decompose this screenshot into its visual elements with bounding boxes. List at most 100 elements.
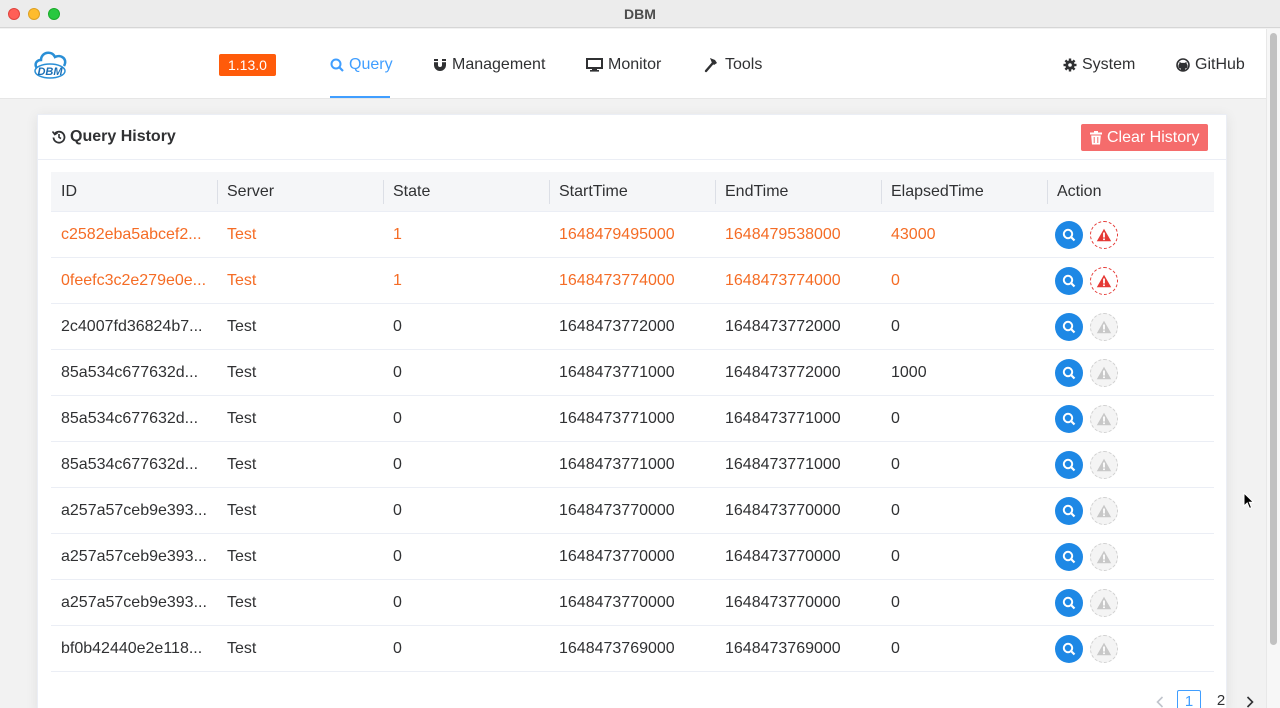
view-query-button[interactable] [1055, 313, 1083, 341]
table-row[interactable]: 85a534c677632d... Test 0 1648473771000 16484… [51, 396, 1214, 442]
cell-endtime: 1648479538000 [725, 226, 841, 243]
cell-state: 0 [393, 502, 402, 519]
view-error-button[interactable] [1090, 451, 1118, 479]
column-header-elapsedtime[interactable]: ElapsedTime [881, 172, 1047, 212]
cell-state: 0 [393, 410, 402, 427]
view-error-button[interactable] [1090, 589, 1118, 617]
view-error-button[interactable] [1090, 221, 1118, 249]
column-header-state[interactable]: State [383, 172, 549, 212]
version-badge: 1.13.0 [219, 54, 276, 76]
search-icon [1062, 274, 1076, 288]
hammer-icon [704, 58, 717, 73]
table-row[interactable]: a257a57ceb9e393... Test 0 1648473770000 1648… [51, 580, 1214, 626]
column-header-id[interactable]: ID [51, 172, 217, 212]
view-error-button[interactable] [1090, 313, 1118, 341]
cell-elapsedtime: 0 [891, 594, 900, 611]
table-row[interactable]: a257a57ceb9e393... Test 0 1648473770000 1648… [51, 488, 1214, 534]
cell-starttime: 1648479495000 [559, 226, 675, 243]
column-header-server[interactable]: Server [217, 172, 383, 212]
nav-monitor[interactable]: Monitor [586, 54, 661, 76]
table-row[interactable]: 85a534c677632d... Test 0 1648473771000 16484… [51, 350, 1214, 396]
cell-server: Test [227, 640, 257, 657]
scrollbar-thumb[interactable] [1270, 33, 1277, 645]
prev-page-button[interactable] [1151, 691, 1169, 708]
view-error-button[interactable] [1090, 359, 1118, 387]
app-header: DBM 1.13.0 Query Management Monitor Tool… [0, 29, 1266, 99]
cell-action [1047, 626, 1214, 672]
view-query-button[interactable] [1055, 497, 1083, 525]
nav-tools[interactable]: Tools [704, 54, 762, 76]
nav-active-indicator [330, 96, 390, 98]
search-icon [1062, 412, 1076, 426]
view-query-button[interactable] [1055, 451, 1083, 479]
table-row[interactable]: a257a57ceb9e393... Test 0 1648473770000 1648… [51, 534, 1214, 580]
table-row[interactable]: c2582eba5abcef2... Test 1 1648479495000 1648… [51, 212, 1214, 258]
nav-query-label: Query [349, 56, 393, 73]
view-query-button[interactable] [1055, 405, 1083, 433]
cell-id: 2c4007fd36824b7... [61, 318, 203, 335]
nav-tools-label: Tools [725, 56, 763, 73]
view-query-button[interactable] [1055, 267, 1083, 295]
cell-state: 0 [393, 318, 402, 335]
chevron-right-icon [1246, 696, 1254, 708]
dbm-logo-icon[interactable]: DBM [32, 47, 70, 81]
vertical-scrollbar[interactable] [1266, 29, 1280, 708]
nav-management[interactable]: Management [433, 54, 545, 76]
view-error-button[interactable] [1090, 267, 1118, 295]
row-actions [1047, 212, 1214, 258]
page-1-button[interactable]: 1 [1177, 690, 1201, 708]
nav-query[interactable]: Query [330, 54, 393, 76]
cell-id: 85a534c677632d... [61, 410, 199, 427]
clear-history-button[interactable]: Clear History [1081, 124, 1209, 151]
github-link[interactable]: GitHub [1176, 54, 1245, 76]
view-query-button[interactable] [1055, 359, 1083, 387]
system-menu-label: System [1082, 56, 1136, 73]
cell-state: 0 [393, 548, 402, 565]
main-content: Query History Clear History ID Server St… [0, 100, 1266, 708]
search-icon [1062, 642, 1076, 656]
view-error-button[interactable] [1090, 635, 1118, 663]
search-icon [330, 58, 344, 72]
view-error-button[interactable] [1090, 405, 1118, 433]
row-actions [1047, 488, 1214, 534]
page-2-button[interactable]: 2 [1209, 690, 1233, 708]
cell-state: 0 [393, 640, 402, 657]
column-header-starttime[interactable]: StartTime [549, 172, 715, 212]
view-query-button[interactable] [1055, 221, 1083, 249]
history-icon [52, 130, 66, 144]
card-title-text: Query History [70, 128, 176, 145]
cell-server: Test [227, 410, 257, 427]
cell-endtime: 1648473772000 [725, 364, 841, 381]
cell-elapsedtime: 0 [891, 272, 900, 289]
table-row[interactable]: 2c4007fd36824b7... Test 0 1648473772000 1648… [51, 304, 1214, 350]
cell-action [1047, 396, 1214, 442]
cell-server: Test [227, 456, 257, 473]
cell-action [1047, 488, 1214, 534]
row-actions [1047, 350, 1214, 396]
table-row[interactable]: 85a534c677632d... Test 0 1648473771000 16484… [51, 442, 1214, 488]
cell-id: a257a57ceb9e393... [61, 594, 207, 611]
system-menu[interactable]: System [1063, 54, 1135, 76]
warning-icon [1096, 504, 1112, 518]
cell-server: Test [227, 502, 257, 519]
view-query-button[interactable] [1055, 635, 1083, 663]
next-page-button[interactable] [1241, 691, 1259, 708]
row-actions [1047, 258, 1214, 304]
column-header-action: Action [1047, 172, 1214, 212]
cell-starttime: 1648473770000 [559, 502, 675, 519]
magnet-icon [434, 59, 446, 71]
cell-action [1047, 442, 1214, 488]
table-row[interactable]: bf0b42440e2e118... Test 0 1648473769000 1648… [51, 626, 1214, 672]
mouse-cursor-icon [1243, 492, 1255, 510]
view-query-button[interactable] [1055, 543, 1083, 571]
table-row[interactable]: 0feefc3c2e279e0e... Test 1 1648473774000 164… [51, 258, 1214, 304]
view-query-button[interactable] [1055, 589, 1083, 617]
column-header-endtime[interactable]: EndTime [715, 172, 881, 212]
cell-server: Test [227, 548, 257, 565]
view-error-button[interactable] [1090, 543, 1118, 571]
cell-action [1047, 580, 1214, 626]
warning-icon [1096, 366, 1112, 380]
nav-monitor-label: Monitor [608, 56, 662, 73]
view-error-button[interactable] [1090, 497, 1118, 525]
cell-starttime: 1648473770000 [559, 548, 675, 565]
